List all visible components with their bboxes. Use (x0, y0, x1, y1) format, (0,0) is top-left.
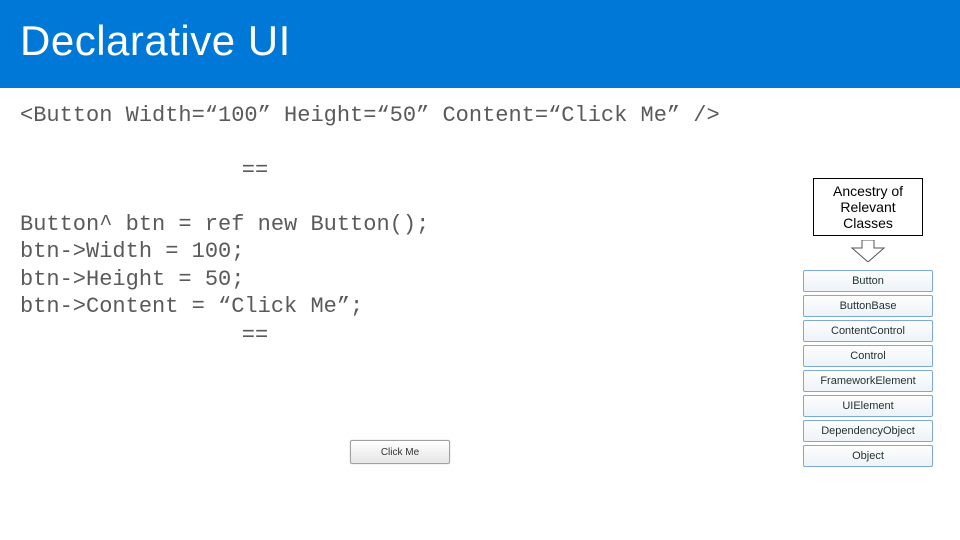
hier-box: DependencyObject (803, 420, 933, 442)
hier-box: ButtonBase (803, 295, 933, 317)
click-me-button[interactable]: Click Me (350, 440, 450, 464)
ancestry-panel: Ancestry of Relevant Classes Button Butt… (798, 178, 938, 467)
class-hierarchy: Button ButtonBase ContentControl Control… (803, 270, 933, 467)
hier-box: Object (803, 445, 933, 467)
slide-body: <Button Width=“100” Height=“50” Content=… (0, 88, 960, 540)
hier-box: Control (803, 345, 933, 367)
xaml-code: <Button Width=“100” Height=“50” Content=… (20, 102, 940, 130)
equals-1: == (20, 158, 490, 183)
hier-box: Button (803, 270, 933, 292)
slide-header: Declarative UI (0, 0, 960, 88)
hier-box: UIElement (803, 395, 933, 417)
hier-box: ContentControl (803, 320, 933, 342)
ancestry-title: Ancestry of Relevant Classes (813, 178, 923, 236)
arrow-down-icon (848, 240, 888, 262)
hier-box: FrameworkElement (803, 370, 933, 392)
slide-title: Declarative UI (20, 17, 291, 65)
rendered-button-preview: Click Me (350, 440, 450, 464)
equals-2: == (20, 323, 490, 348)
